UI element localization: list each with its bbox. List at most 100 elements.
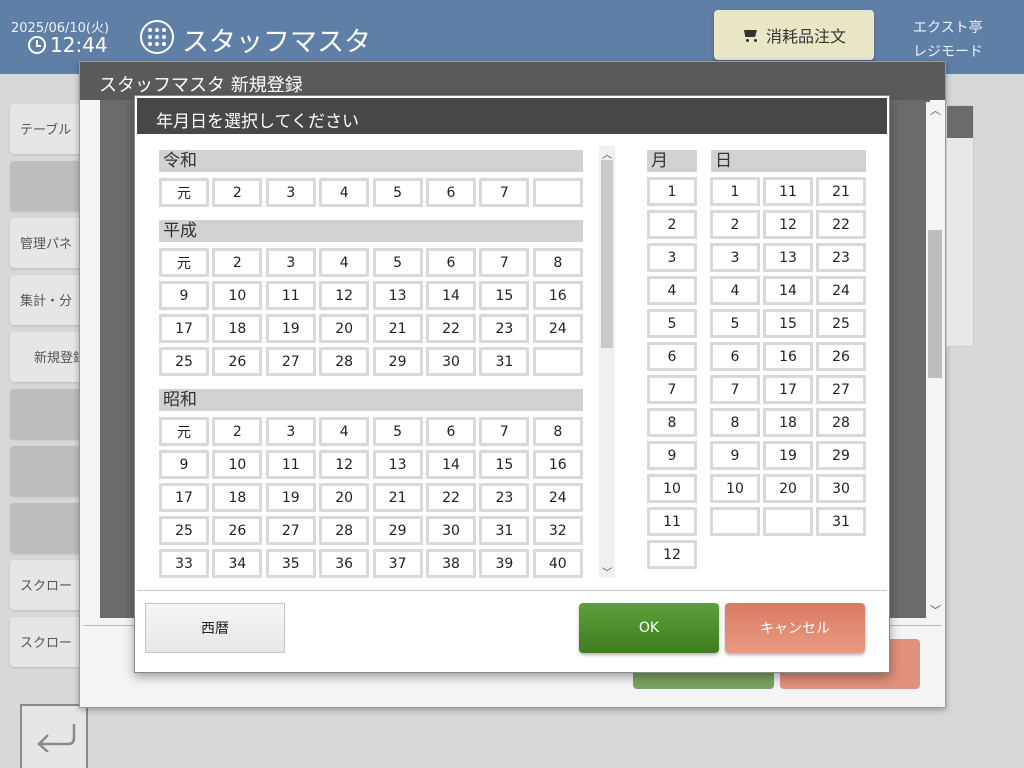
year-cell[interactable]: 3 <box>265 248 316 277</box>
month-cell[interactable]: 12 <box>647 540 697 569</box>
year-cell[interactable]: 28 <box>319 347 370 376</box>
day-cell[interactable]: 22 <box>816 210 866 239</box>
year-cell[interactable]: 12 <box>319 450 370 479</box>
month-cell[interactable]: 7 <box>647 375 697 404</box>
grid-menu-icon[interactable] <box>140 20 174 54</box>
year-cell[interactable]: 26 <box>212 516 263 545</box>
year-cell[interactable]: 9 <box>159 450 209 479</box>
year-cell[interactable]: 16 <box>532 450 583 479</box>
year-cell[interactable]: 2 <box>212 248 263 277</box>
side-menu-item-table[interactable]: テーブル <box>10 104 90 154</box>
day-cell[interactable]: 8 <box>710 408 760 437</box>
day-cell[interactable]: 17 <box>763 375 813 404</box>
side-menu-item-new[interactable]: 新規登録 <box>10 332 90 382</box>
year-cell[interactable]: 24 <box>532 483 583 512</box>
day-cell[interactable]: 19 <box>763 441 813 470</box>
year-cell[interactable]: 7 <box>479 248 530 277</box>
side-menu-item-blank[interactable] <box>10 503 90 553</box>
year-cell[interactable]: 2 <box>212 178 263 207</box>
year-cell[interactable]: 27 <box>265 347 316 376</box>
day-cell[interactable]: 10 <box>710 474 760 503</box>
day-cell[interactable]: 5 <box>710 309 760 338</box>
month-cell[interactable]: 2 <box>647 210 697 239</box>
day-cell[interactable]: 15 <box>763 309 813 338</box>
year-cell[interactable]: 36 <box>319 549 370 578</box>
day-cell[interactable]: 20 <box>763 474 813 503</box>
dialog-scrollbar[interactable]: ︿ ﹀ <box>926 102 944 622</box>
year-cell[interactable]: 5 <box>372 417 423 446</box>
side-menu-item-blank[interactable] <box>10 389 90 439</box>
day-cell[interactable]: 6 <box>710 342 760 371</box>
year-cell[interactable]: 3 <box>265 417 316 446</box>
year-cell[interactable] <box>532 347 583 376</box>
year-cell[interactable]: 34 <box>212 549 263 578</box>
year-cell[interactable]: 17 <box>159 314 209 343</box>
year-cell[interactable]: 25 <box>159 347 209 376</box>
western-calendar-button[interactable]: 西暦 <box>145 603 285 653</box>
day-cell[interactable]: 11 <box>763 177 813 206</box>
day-cell[interactable]: 4 <box>710 276 760 305</box>
year-cell[interactable]: 10 <box>212 450 263 479</box>
year-cell[interactable]: 10 <box>212 281 263 310</box>
year-cell[interactable]: 30 <box>426 516 476 545</box>
year-cell[interactable]: 13 <box>372 450 423 479</box>
day-cell[interactable]: 23 <box>816 243 866 272</box>
year-cell[interactable]: 11 <box>265 450 316 479</box>
year-cell[interactable]: 15 <box>479 281 530 310</box>
year-cell[interactable]: 27 <box>265 516 316 545</box>
year-cell[interactable]: 22 <box>426 483 476 512</box>
day-cell[interactable]: 21 <box>816 177 866 206</box>
day-cell[interactable]: 13 <box>763 243 813 272</box>
year-cell[interactable]: 37 <box>372 549 423 578</box>
side-menu-item-scroll[interactable]: スクロー <box>10 617 90 667</box>
side-menu-item-blank[interactable] <box>10 161 90 211</box>
day-cell[interactable] <box>763 507 813 536</box>
month-cell[interactable]: 10 <box>647 474 697 503</box>
day-cell[interactable]: 29 <box>816 441 866 470</box>
year-cell[interactable]: 23 <box>479 314 530 343</box>
year-cell[interactable]: 3 <box>265 178 316 207</box>
month-cell[interactable]: 6 <box>647 342 697 371</box>
ok-button[interactable]: OK <box>579 603 719 653</box>
side-menu-item-admin[interactable]: 管理パネ <box>10 218 90 268</box>
side-menu-item-scroll[interactable]: スクロー <box>10 560 90 610</box>
era-year-list[interactable]: 令和元 2 3 4 5 6 7 平成元 2 3 4 5 6 7 8 9 10 11 12 13 14 15 16 17 18 19… <box>135 144 605 580</box>
year-cell[interactable]: 23 <box>479 483 530 512</box>
year-cell[interactable]: 31 <box>479 516 530 545</box>
year-cell[interactable]: 5 <box>372 178 423 207</box>
day-cell[interactable]: 24 <box>816 276 866 305</box>
day-cell[interactable]: 30 <box>816 474 866 503</box>
year-cell[interactable]: 14 <box>426 450 476 479</box>
year-cell[interactable]: 6 <box>426 178 476 207</box>
year-scroll-down-icon[interactable]: ﹀ <box>602 564 612 579</box>
scroll-down-icon[interactable]: ﹀ <box>930 602 941 618</box>
consumables-order-button[interactable]: 消耗品注文 <box>714 10 874 60</box>
day-cell[interactable]: 31 <box>816 507 866 536</box>
year-cell[interactable]: 6 <box>426 248 476 277</box>
side-menu-item-blank[interactable] <box>10 446 90 496</box>
year-cell[interactable]: 30 <box>426 347 476 376</box>
year-cell[interactable]: 8 <box>532 417 583 446</box>
day-cell[interactable]: 25 <box>816 309 866 338</box>
year-cell[interactable]: 4 <box>319 248 370 277</box>
day-cell[interactable]: 14 <box>763 276 813 305</box>
year-cell[interactable]: 11 <box>265 281 316 310</box>
year-cell[interactable]: 4 <box>319 178 370 207</box>
year-cell[interactable]: 7 <box>479 417 530 446</box>
year-cell[interactable]: 31 <box>479 347 530 376</box>
day-cell[interactable]: 2 <box>710 210 760 239</box>
year-cell[interactable]: 39 <box>479 549 530 578</box>
month-cell[interactable]: 11 <box>647 507 697 536</box>
day-cell[interactable]: 18 <box>763 408 813 437</box>
day-cell[interactable]: 1 <box>710 177 760 206</box>
year-cell[interactable]: 17 <box>159 483 209 512</box>
year-cell[interactable]: 28 <box>319 516 370 545</box>
year-cell[interactable]: 15 <box>479 450 530 479</box>
year-cell[interactable]: 21 <box>372 314 423 343</box>
day-cell[interactable]: 7 <box>710 375 760 404</box>
year-cell[interactable]: 19 <box>265 314 316 343</box>
year-cell[interactable] <box>532 178 583 207</box>
year-cell[interactable]: 19 <box>265 483 316 512</box>
year-cell[interactable]: 元 <box>159 417 209 446</box>
day-cell[interactable]: 12 <box>763 210 813 239</box>
